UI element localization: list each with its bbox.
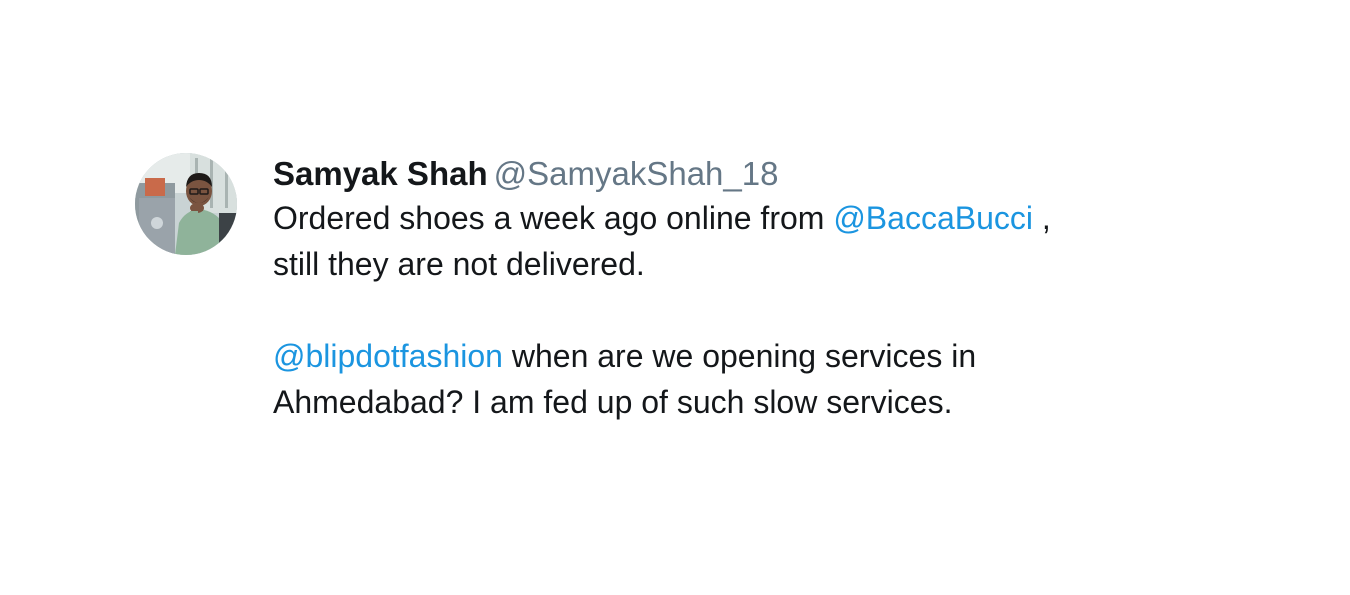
tweet: Samyak Shah @SamyakShah_18 Ordered shoes… (135, 153, 1215, 425)
avatar[interactable] (135, 153, 237, 255)
tweet-paragraph-1: Ordered shoes a week ago online from @Ba… (273, 195, 1051, 287)
mention-link-blipdotfashion[interactable]: @blipdotfashion (273, 338, 503, 374)
tweet-text: Ordered shoes a week ago online from @Ba… (273, 195, 1051, 425)
avatar-photo (135, 153, 237, 255)
user-handle[interactable]: @SamyakShah_18 (494, 153, 779, 195)
tweet-text-segment: , (1032, 200, 1051, 236)
tweet-content: Samyak Shah @SamyakShah_18 Ordered shoes… (273, 153, 1051, 425)
tweet-header: Samyak Shah @SamyakShah_18 (273, 153, 1051, 195)
tweet-text-segment: Ordered shoes a week ago online from (273, 200, 834, 236)
display-name[interactable]: Samyak Shah (273, 153, 488, 195)
tweet-text-segment: Ahmedabad? I am fed up of such slow serv… (273, 384, 953, 420)
tweet-text-segment: still they are not delivered. (273, 246, 645, 282)
mention-link-baccabucci[interactable]: @BaccaBucci (833, 200, 1033, 236)
tweet-paragraph-2: @blipdotfashion when are we opening serv… (273, 333, 1051, 425)
tweet-text-segment: when are we opening services in (502, 338, 977, 374)
